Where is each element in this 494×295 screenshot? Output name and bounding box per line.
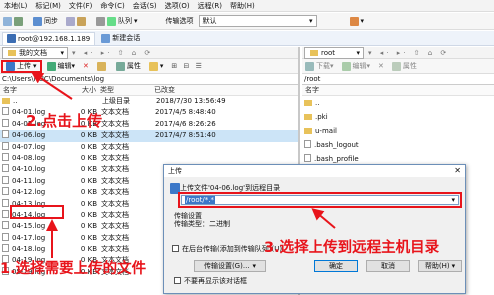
arrow-step2 bbox=[31, 71, 73, 100]
annotation-step2: 2.点击上传 bbox=[26, 112, 103, 130]
annotation-step3: 3.选择上传到远程主机目录 bbox=[264, 240, 440, 256]
arrow-step3 bbox=[311, 208, 336, 229]
annotation-step1: 1.选择需要上传的文件 bbox=[0, 261, 147, 277]
